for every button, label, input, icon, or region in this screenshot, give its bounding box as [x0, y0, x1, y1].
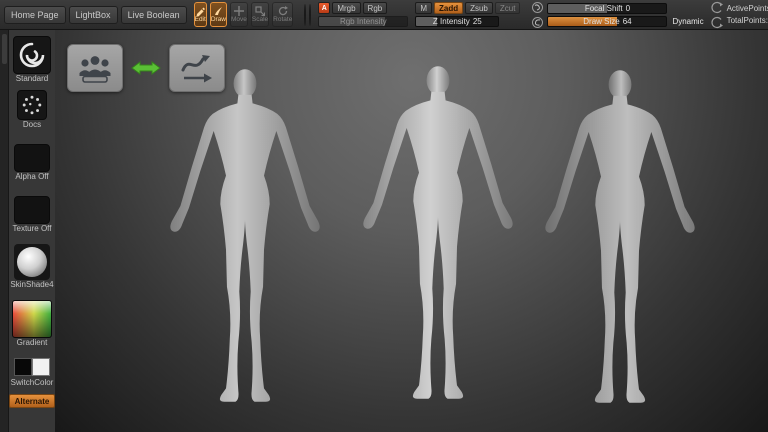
- left-edge-strip[interactable]: [0, 30, 9, 432]
- rotate-label: Rotate: [273, 17, 292, 24]
- gradient-label: Gradient: [17, 338, 48, 348]
- c-curve-icon: [711, 16, 724, 29]
- switchcolor-label: SwitchColor: [11, 378, 54, 388]
- material-thumbnail[interactable]: [14, 244, 50, 280]
- zcut-button[interactable]: Zcut: [495, 2, 521, 14]
- brush-preview-icon[interactable]: [304, 4, 306, 26]
- move-mode-button[interactable]: Move: [230, 2, 248, 27]
- material-label: SkinShade4: [10, 280, 53, 290]
- material-sphere-icon[interactable]: [309, 4, 311, 26]
- draw-size-value: 64: [623, 17, 632, 27]
- pencil-icon: [195, 6, 205, 16]
- sculpt-group: M Zadd Zsub Zcut Z Intensity 25: [415, 2, 520, 27]
- m-button[interactable]: M: [415, 2, 432, 14]
- ring-icons-right: [711, 1, 724, 29]
- move-label: Move: [231, 17, 247, 24]
- zbrush-app: Home Page LightBox Live Boolean Edit Dra…: [0, 0, 768, 432]
- z-intensity-label: Z Intensity: [433, 17, 470, 27]
- standard-brush-thumbnail[interactable]: [13, 36, 51, 74]
- rotate-mode-button[interactable]: Rotate: [272, 2, 293, 27]
- spiral-brush-icon: [17, 40, 47, 70]
- texture-label: Texture Off: [13, 224, 52, 234]
- dynamic-label[interactable]: Dynamic: [672, 17, 703, 26]
- alpha-thumbnail[interactable]: [14, 144, 50, 172]
- color-picker[interactable]: [12, 300, 52, 338]
- points-readout: ActivePoints: 16.786 Mil TotalPoints: 16…: [727, 4, 768, 26]
- sculpt-figure-front-center[interactable]: [343, 52, 533, 430]
- paint-group: A Mrgb Rgb Rgb Intensity: [318, 2, 408, 27]
- zadd-button[interactable]: Zadd: [434, 2, 463, 14]
- move-icon: [234, 6, 244, 16]
- focal-shift-value: 0: [626, 4, 630, 14]
- scale-icon: [255, 6, 265, 16]
- people-group-icon: [76, 52, 114, 84]
- live-boolean-button[interactable]: Live Boolean: [121, 6, 187, 24]
- stroke-label: Docs: [23, 120, 41, 130]
- stroke-thumbnail[interactable]: [17, 90, 47, 120]
- sculpt-figure-back[interactable]: [525, 62, 715, 428]
- dotted-stroke-icon: [19, 92, 45, 118]
- total-points: TotalPoints: 16.786 Mil: [727, 16, 768, 26]
- mrgb-button[interactable]: Mrgb: [332, 2, 360, 14]
- sculpt-figure-front-left[interactable]: [150, 60, 340, 428]
- edit-mode-button[interactable]: Edit: [194, 2, 207, 27]
- alternate-button[interactable]: Alternate: [9, 394, 55, 408]
- edit-label: Edit: [195, 17, 206, 24]
- rotate-icon: [278, 6, 288, 16]
- ring-icons-left: [531, 1, 544, 29]
- rgb-intensity-slider[interactable]: Rgb Intensity: [318, 16, 408, 27]
- draw-size-label: Draw Size: [583, 17, 619, 27]
- viewport-canvas[interactable]: [55, 30, 768, 432]
- focal-shift-label: Focal Shift: [585, 4, 623, 14]
- secondary-color-swatch[interactable]: [32, 358, 50, 376]
- rgb-intensity-label: Rgb Intensity: [340, 17, 387, 27]
- focal-shift-slider[interactable]: Focal Shift 0: [547, 3, 667, 14]
- tray-scroll-grip[interactable]: [2, 34, 7, 64]
- left-tray: Standard Docs Alpha Off Texture Off Skin…: [9, 30, 55, 432]
- alpha-label: Alpha Off: [15, 172, 48, 182]
- s-curve-icon: [531, 16, 544, 29]
- switch-color-widget[interactable]: [12, 356, 52, 378]
- scale-mode-button[interactable]: Scale: [251, 2, 269, 27]
- z-intensity-value: 25: [473, 17, 482, 27]
- z-intensity-slider[interactable]: Z Intensity 25: [415, 16, 499, 27]
- left-tray-wrap: Standard Docs Alpha Off Texture Off Skin…: [0, 30, 55, 432]
- home-page-button[interactable]: Home Page: [4, 6, 66, 24]
- c-curve-icon: [711, 1, 724, 14]
- draw-label: Draw: [211, 17, 226, 24]
- rgb-button[interactable]: Rgb: [363, 2, 388, 14]
- brush-icon: [213, 6, 223, 16]
- draw-mode-button[interactable]: Draw: [210, 2, 227, 27]
- s-curve-icon: [531, 1, 544, 14]
- top-shelf: Home Page LightBox Live Boolean Edit Dra…: [0, 0, 768, 30]
- color-a-swatch[interactable]: A: [318, 2, 330, 14]
- size-group: Focal Shift 0 Draw Size 64 Dynamic: [547, 3, 703, 27]
- texture-thumbnail[interactable]: [14, 196, 50, 224]
- material-sphere-icon: [17, 247, 47, 277]
- active-points: ActivePoints: 16.786 Mil: [727, 4, 768, 14]
- scale-label: Scale: [252, 17, 268, 24]
- standard-brush-label: Standard: [16, 74, 48, 84]
- draw-size-slider[interactable]: Draw Size 64: [547, 16, 667, 27]
- zsub-button[interactable]: Zsub: [465, 2, 493, 14]
- lightbox-button[interactable]: LightBox: [69, 6, 118, 24]
- community-button[interactable]: [67, 44, 123, 92]
- primary-color-swatch[interactable]: [14, 358, 32, 376]
